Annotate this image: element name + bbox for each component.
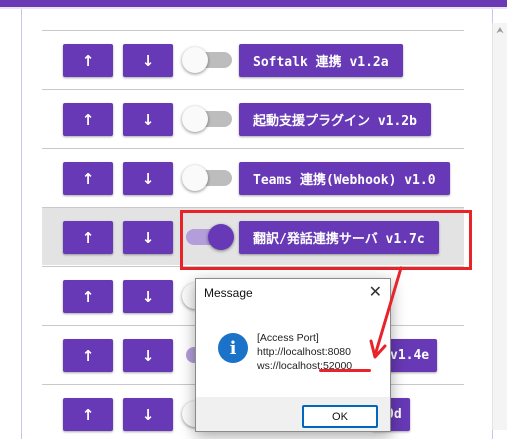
annotation-arrow bbox=[369, 266, 403, 359]
